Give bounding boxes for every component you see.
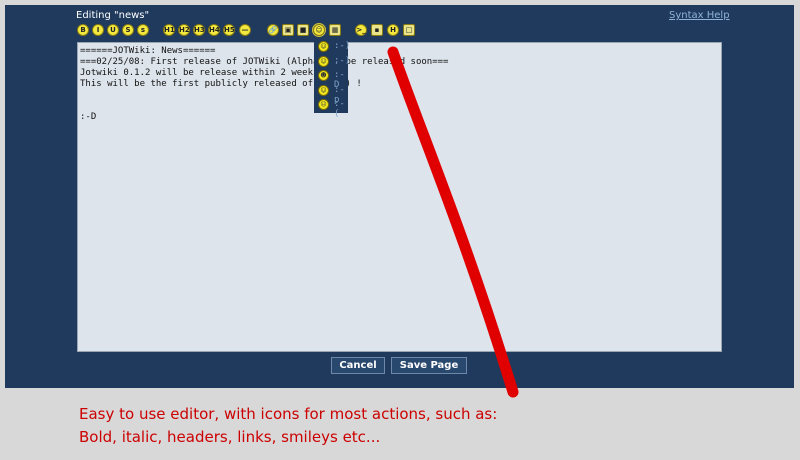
annotation-stroke [387,46,519,398]
caption-line-1: Easy to use editor, with icons for most … [79,405,498,423]
caption-line-2: Bold, italic, headers, links, smileys et… [79,428,381,446]
